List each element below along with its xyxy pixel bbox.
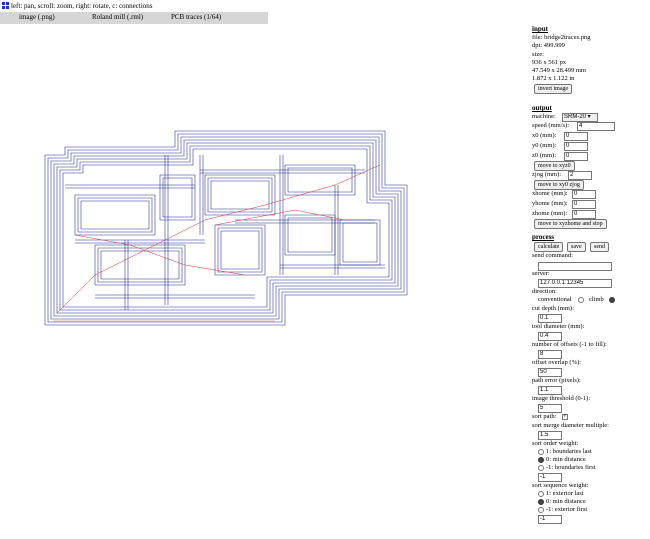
tab-pcb-traces[interactable]: PCB traces (1/64) (171, 14, 221, 21)
input-file: file: bridge2traces.png (532, 34, 591, 41)
trace-cluster (214, 224, 266, 276)
climb-radio[interactable] (609, 297, 615, 303)
sort-path-label: sort path: (532, 413, 557, 420)
instructions-label: left: pan, scroll: zoom, right: rotate, … (11, 2, 153, 10)
offsets-input[interactable]: 8 (538, 350, 562, 359)
y0-label: y0 (mm): (532, 142, 557, 149)
trace-cluster (339, 219, 381, 266)
path-error-input[interactable]: 1.1 (538, 386, 562, 395)
yhome-label: yhome (mm): (532, 200, 568, 207)
tool-diameter-label: tool diameter (mm): (532, 323, 585, 330)
sort-path-checkbox[interactable]: ✓ (562, 414, 568, 420)
z0-label: z0 (mm): (532, 152, 557, 159)
tab-image-png[interactable]: image (.png) (19, 14, 55, 21)
app-grid-icon (2, 2, 9, 9)
move-to-xyzhome-button[interactable]: move to xyzhome and stop (534, 219, 607, 229)
send-command-label: send command: (532, 252, 573, 259)
order-opt-boundaries-first: -1: boundaries first (546, 464, 596, 471)
sequence-opt-min-distance: 0: min distance (546, 498, 586, 505)
module-tab-bar: image (.png) Roland mill (.rml) PCB trac… (0, 12, 268, 24)
order-radio-boundaries-last[interactable] (538, 449, 544, 455)
zhome-input[interactable]: 0 (572, 210, 596, 219)
send-button[interactable]: send (590, 242, 609, 252)
sequence-opt-exterior-last: 1: exterior last (546, 490, 584, 497)
merge-input[interactable]: 1.5 (538, 431, 562, 440)
input-dpi: dpi: 499.999 (532, 42, 565, 49)
machine-select[interactable]: SRM-20 ▾ (562, 113, 598, 122)
process-header: process (532, 233, 555, 241)
server-input[interactable]: 127.0.0.1:12345 (538, 279, 612, 288)
move-to-xyz0-button[interactable]: move to xyz0 (534, 161, 575, 171)
machine-label: machine: (532, 113, 556, 120)
instructions-text: left: pan, scroll: zoom, right: rotate, … (2, 2, 153, 10)
move-to-xy0-zjog-button[interactable]: move to xy0 zjog (534, 180, 584, 190)
climb-label: climb (589, 296, 604, 303)
cut-depth-label: cut depth (mm): (532, 305, 574, 312)
cut-depth-input[interactable]: 0.1 (538, 314, 562, 323)
threshold-label: image threshold (0-1): (532, 395, 591, 402)
save-button[interactable]: save (567, 242, 586, 252)
threshold-input[interactable]: 5 (538, 404, 562, 413)
server-label: server: (532, 270, 550, 277)
trace-cluster (284, 214, 336, 256)
z0-input[interactable]: 0 (564, 152, 588, 161)
trace-cluster (74, 194, 156, 236)
yhome-input[interactable]: 0 (572, 200, 596, 209)
order-radio-boundaries-first[interactable] (538, 465, 544, 471)
sequence-weight-label: sort sequence weight: (532, 482, 589, 489)
xhome-input[interactable]: 0 (572, 190, 596, 199)
order-radio-min-distance[interactable] (538, 457, 544, 463)
order-weight-input[interactable]: -1 (538, 473, 562, 482)
input-size-in: 1.872 x 1.122 in (532, 75, 575, 82)
merge-label: sort merge diameter multiple: (532, 422, 609, 429)
trace-cluster (94, 244, 186, 286)
trace-cluster (284, 164, 356, 196)
sequence-opt-exterior-first: -1: exterior first (546, 506, 588, 513)
zjog-label: zjog (mm): (532, 171, 562, 178)
zjog-input[interactable]: 2 (568, 171, 592, 180)
input-size-label: size: (532, 51, 544, 58)
conventional-label: conventional (538, 296, 572, 303)
sequence-radio-min-distance[interactable] (538, 499, 544, 505)
input-header: input (532, 25, 548, 33)
input-size-mm: 47.549 x 28.499 mm (532, 67, 586, 74)
x0-label: x0 (mm): (532, 132, 557, 139)
path-error-label: path error (pixels): (532, 377, 581, 384)
y0-input[interactable]: 0 (564, 142, 588, 151)
toolpath-preview[interactable] (35, 125, 415, 340)
overlap-input[interactable]: 50 (538, 368, 562, 377)
xhome-label: xhome (mm): (532, 190, 568, 197)
x0-input[interactable]: 0 (564, 132, 588, 141)
invert-image-button[interactable]: invert image (534, 84, 573, 94)
speed-input[interactable]: 4 (577, 122, 615, 131)
order-opt-boundaries-last: 1: boundaries last (546, 448, 592, 455)
sequence-radio-exterior-last[interactable] (538, 491, 544, 497)
trace-cluster (204, 174, 276, 216)
sequence-radio-exterior-first[interactable] (538, 507, 544, 513)
calculate-button[interactable]: calculate (534, 242, 564, 252)
offsets-label: number of offsets (-1 to fill): (532, 341, 607, 348)
order-opt-min-distance: 0: min distance (546, 456, 586, 463)
input-size-px: 936 x 561 px (532, 59, 567, 66)
conventional-radio[interactable] (578, 297, 584, 303)
tool-diameter-input[interactable]: 0.4 (538, 332, 562, 341)
output-header: output (532, 104, 552, 112)
sequence-weight-input[interactable]: -1 (538, 515, 562, 524)
order-weight-label: sort order weight: (532, 440, 579, 447)
speed-label: speed (mm/s): (532, 122, 570, 129)
overlap-label: offset overlap (%): (532, 359, 581, 366)
direction-label: direction: (532, 288, 557, 295)
connection-moves (56, 164, 381, 314)
tab-roland-mill[interactable]: Roland mill (.rml) (92, 14, 143, 21)
zhome-label: zhome (mm): (532, 210, 568, 217)
